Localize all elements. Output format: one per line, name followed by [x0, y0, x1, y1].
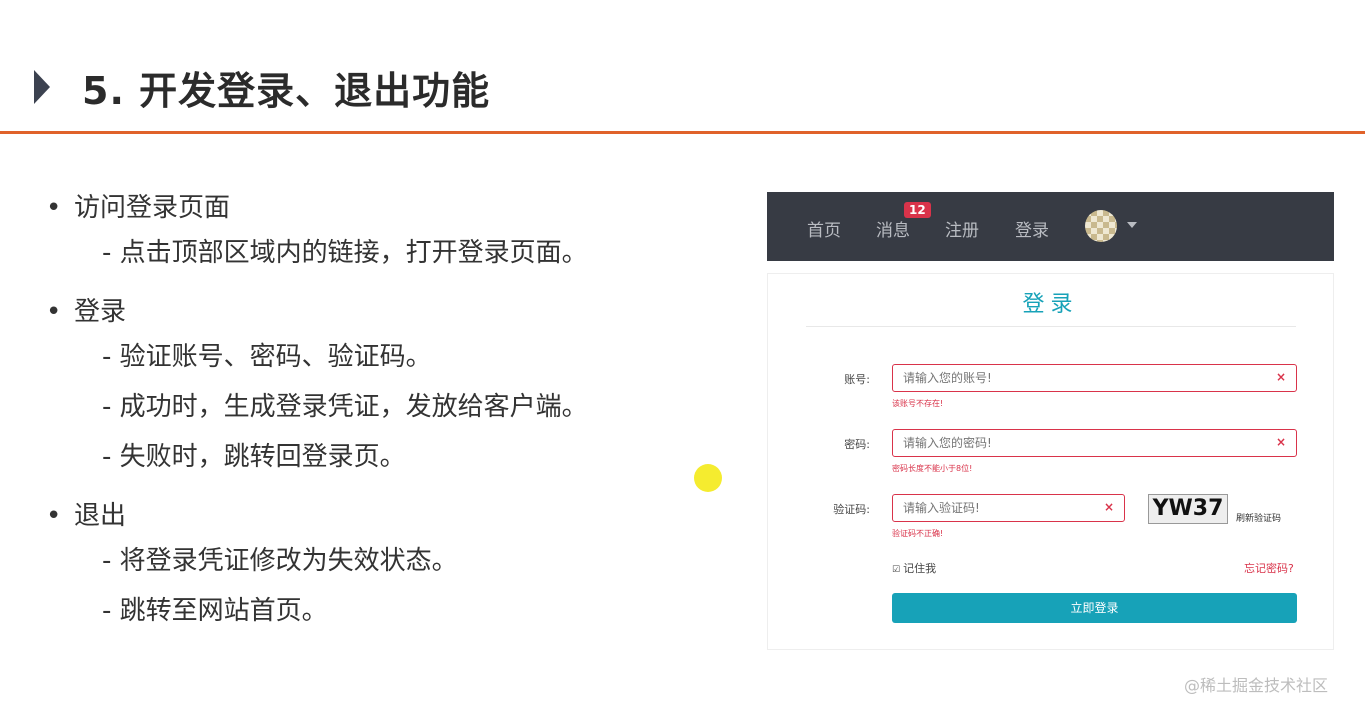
bullet-dot: • [46, 193, 62, 223]
bullet-dot: • [46, 501, 62, 531]
password-label: 密码: [844, 438, 870, 451]
sub-bullet: - 验证账号、密码、验证码。 [102, 342, 432, 372]
checkbox-icon[interactable]: ☑ [892, 565, 900, 575]
captcha-label: 验证码: [833, 503, 870, 516]
account-label: 账号: [844, 373, 870, 386]
top-nav: 首页 消息 12 注册 登录 [767, 192, 1334, 261]
bullet-text: 登录 [74, 297, 127, 327]
password-field[interactable]: × [892, 429, 1297, 457]
chevron-down-icon[interactable] [1127, 222, 1137, 228]
nav-register-link[interactable]: 注册 [945, 216, 979, 241]
refresh-captcha-link[interactable]: 刷新验证码 [1236, 511, 1281, 524]
bullet-list: • 访问登录页面 - 点击顶部区域内的链接，打开登录页面。 • 登录 - 验证账号、… [40, 188, 720, 636]
bullet-item: • 退出 [40, 496, 720, 536]
captcha-input[interactable] [893, 495, 1090, 521]
account-input[interactable] [893, 365, 1236, 391]
slide-header: 5. 开发登录、退出功能 [0, 0, 1365, 134]
clear-icon[interactable]: × [1276, 435, 1286, 449]
nav-messages-link[interactable]: 消息 [876, 216, 910, 241]
account-error: 该账号不存在! [892, 399, 944, 408]
clear-icon[interactable]: × [1104, 500, 1114, 514]
card-title: 登录 [1022, 292, 1079, 317]
captcha-field[interactable]: × [892, 494, 1125, 522]
login-button[interactable]: 立即登录 [892, 593, 1297, 623]
forgot-password-link[interactable]: 忘记密码? [1244, 560, 1294, 576]
card-divider [806, 326, 1296, 327]
account-field[interactable]: × [892, 364, 1297, 392]
nav-home-link[interactable]: 首页 [807, 216, 841, 241]
sub-bullet: - 成功时，生成登录凭证，发放给客户端。 [102, 392, 588, 422]
slide-title: 5. 开发登录、退出功能 [82, 69, 491, 113]
bullet-text: 退出 [74, 501, 127, 531]
clear-icon[interactable]: × [1276, 370, 1286, 384]
sub-bullet: - 失败时，跳转回登录页。 [102, 442, 406, 472]
password-input[interactable] [893, 430, 1236, 456]
title-divider [0, 131, 1365, 134]
bullet-item: • 登录 [40, 292, 720, 332]
login-card: 登录 账号: × 该账号不存在! 密码: × 密码长度不能小于8位! 验证码: … [767, 273, 1334, 650]
password-error: 密码长度不能小于8位! [892, 464, 973, 473]
bullet-item: • 访问登录页面 [40, 188, 720, 228]
captcha-error: 验证码不正确! [892, 529, 944, 538]
bullet-dot: • [46, 297, 62, 327]
sub-bullet: - 将登录凭证修改为失效状态。 [102, 546, 458, 576]
pointer-highlight [694, 464, 722, 492]
watermark: @稀土掘金技术社区 [1184, 676, 1329, 695]
message-count-badge: 12 [904, 202, 931, 218]
sub-bullet: - 跳转至网站首页。 [102, 596, 328, 626]
nav-login-link[interactable]: 登录 [1015, 216, 1049, 241]
sub-bullet: - 点击顶部区域内的链接，打开登录页面。 [102, 238, 588, 268]
play-arrow-icon [34, 70, 50, 104]
remember-label: 记住我 [903, 562, 937, 575]
remember-me[interactable]: ☑ 记住我 [892, 560, 936, 576]
bullet-text: 访问登录页面 [74, 193, 231, 223]
avatar[interactable] [1085, 210, 1117, 242]
captcha-image[interactable]: YW37 [1148, 494, 1228, 524]
login-screenshot: 首页 消息 12 注册 登录 登录 账号: × 该账号不存在! 密码: × 密码… [767, 192, 1334, 650]
